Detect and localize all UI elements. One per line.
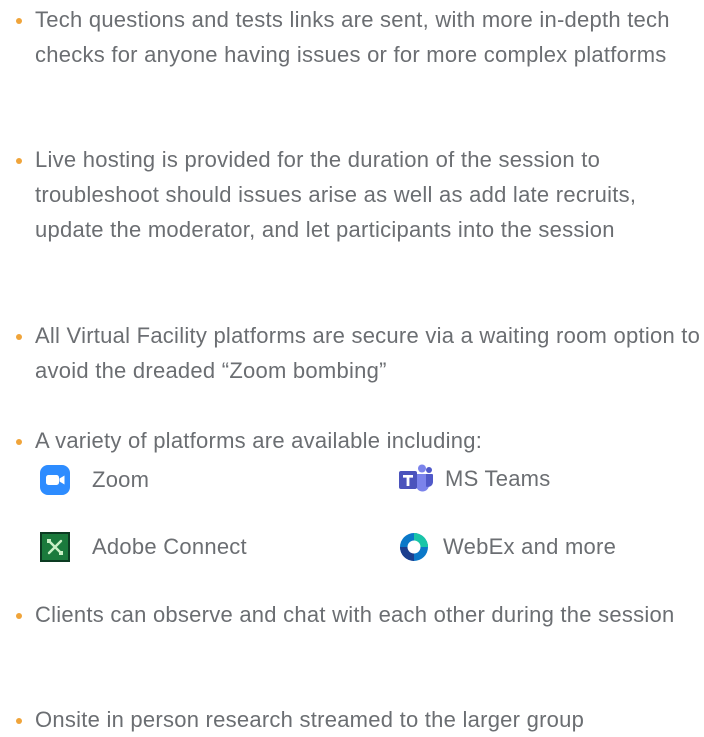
- bullet-dot: [16, 18, 22, 24]
- platform-label: Adobe Connect: [92, 534, 247, 559]
- platform-label: MS Teams: [445, 466, 551, 491]
- list-item-text: Onsite in person research streamed to th…: [35, 707, 585, 732]
- ms-teams-icon: [399, 464, 433, 492]
- list-item-text: A variety of platforms are available inc…: [35, 428, 483, 453]
- list-item: Onsite in person research streamed to th…: [16, 702, 704, 737]
- list-item-text: Clients can observe and chat with each o…: [35, 602, 675, 627]
- bullet-dot: [16, 613, 22, 619]
- list-item-text: Tech questions and tests links are sent,…: [35, 7, 670, 67]
- bullet-dot: [16, 158, 22, 164]
- bullet-dot: [16, 718, 22, 724]
- bullet-dot: [16, 439, 22, 445]
- list-item-text: All Virtual Facility platforms are secur…: [35, 323, 701, 383]
- platform-ms-teams: MS Teams: [399, 463, 551, 495]
- list-item: A variety of platforms are available inc…: [16, 423, 704, 458]
- list-item: Tech questions and tests links are sent,…: [16, 2, 704, 72]
- platform-zoom: Zoom: [40, 464, 149, 496]
- platform-adobe-connect: Adobe Connect: [40, 531, 247, 563]
- list-item: Live hosting is provided for the duratio…: [16, 142, 704, 247]
- list-item: All Virtual Facility platforms are secur…: [16, 318, 704, 388]
- platform-webex: WebEx and more: [399, 531, 616, 563]
- bullet-dot: [16, 334, 22, 340]
- list-item: Clients can observe and chat with each o…: [16, 597, 704, 632]
- adobe-connect-icon: [40, 532, 70, 562]
- platform-label: Zoom: [92, 467, 150, 492]
- webex-icon: [400, 533, 428, 561]
- platform-label: WebEx and more: [443, 534, 617, 559]
- platform-grid: Zoom MS Teams Adobe Connect WebEx and mo…: [40, 460, 680, 570]
- list-item-text: Live hosting is provided for the duratio…: [35, 147, 637, 242]
- zoom-icon: [40, 465, 70, 495]
